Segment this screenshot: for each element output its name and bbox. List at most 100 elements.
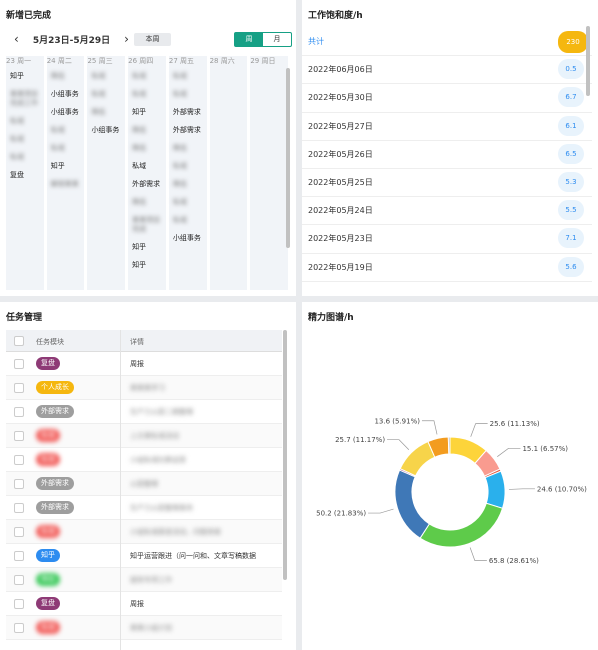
table-row[interactable]: 私域 上文某私域活动 [6, 424, 282, 448]
this-week-button[interactable]: 本周 [134, 33, 171, 46]
work-day-row[interactable]: 2022年05月24日 5.5 [302, 197, 592, 226]
calendar-task-item[interactable]: 外部需求 [173, 126, 205, 135]
day-header: 24 周二 [46, 57, 72, 65]
chevron-right-icon[interactable]: › [124, 32, 129, 46]
work-day-row[interactable]: 2022年05月25日 5.3 [302, 169, 592, 198]
calendar-task-item[interactable]: 某某项目完成 [132, 216, 164, 234]
work-day-row[interactable]: 2022年05月19日 5.6 [302, 254, 592, 282]
table-row[interactable]: 知乎 知乎运营跟进（问一问和、文章写稿数据 [6, 544, 282, 568]
calendar-task-item[interactable]: 私域 [10, 117, 42, 126]
day-column: 28 周六 [209, 56, 248, 290]
row-checkbox[interactable] [14, 479, 24, 489]
row-checkbox[interactable] [14, 407, 24, 417]
calendar-task-item[interactable]: 降低 [91, 108, 123, 117]
table-row[interactable]: 外部需求 火箭整理 [6, 472, 282, 496]
calendar-task-item[interactable]: 私域 [173, 216, 205, 225]
row-checkbox[interactable] [14, 359, 24, 369]
week-range: 5月23日-5月29日 [32, 35, 111, 46]
row-checkbox[interactable] [14, 383, 24, 393]
work-day-row[interactable]: 2022年05月23日 7.1 [302, 225, 592, 254]
week-view-button[interactable]: 周 [235, 33, 263, 46]
donut-slice[interactable] [447, 436, 451, 455]
work-total-row[interactable]: 共计 230 [302, 28, 592, 57]
day-header: 28 周六 [209, 57, 235, 65]
row-checkbox[interactable] [14, 503, 24, 513]
work-day-row[interactable]: 2022年05月26日 6.5 [302, 141, 592, 169]
calendar-task-item[interactable]: 降低 [132, 126, 164, 135]
module-column-header: 任务模块 [36, 338, 64, 346]
work-list: 共计 230 2022年06月06日 0.5 2022年05月30日 6.7 2022年… [302, 28, 592, 282]
chevron-left-icon[interactable]: ‹ [14, 32, 19, 46]
row-checkbox[interactable] [14, 575, 24, 585]
row-checkbox[interactable] [14, 599, 24, 609]
donut-slice[interactable] [394, 469, 431, 539]
row-checkbox[interactable] [14, 623, 24, 633]
calendar-task-item[interactable]: 知乎 [10, 72, 42, 81]
calendar-scrollbar[interactable] [286, 68, 290, 248]
table-row[interactable]: 降低 提效专项工作 [6, 568, 282, 592]
work-date: 2022年05月19日 [308, 262, 373, 272]
calendar-days: 23 周一 知乎 某某项目完成工作 私域 私域 私域 复盘 24 周二 降低 小组事务 小组事务 私域… [6, 56, 289, 290]
calendar-task-item[interactable]: 私域 [173, 198, 205, 207]
calendar-task-item[interactable]: 私域 [51, 144, 83, 153]
task-table-header: 任务模块 详情 [6, 330, 282, 352]
calendar-task-item[interactable]: 某某项目完成工作 [10, 90, 42, 108]
work-day-row[interactable]: 2022年05月30日 6.7 [302, 84, 592, 113]
table-row[interactable]: 私域 某某小组计划 [6, 616, 282, 640]
slice-label: 50.2 (21.83%) [316, 510, 366, 518]
calendar-task-item[interactable]: 私域 [132, 72, 164, 81]
task-scrollbar[interactable] [283, 330, 287, 580]
calendar-task-item[interactable]: 小组事务 [51, 90, 83, 99]
calendar-task-item[interactable]: 解锁某某 [51, 180, 83, 189]
table-row[interactable]: 外部需求 生产力火箭二期整理 [6, 400, 282, 424]
table-row[interactable]: 复盘 周报 [6, 592, 282, 616]
work-day-row[interactable]: 2022年06月06日 0.5 [302, 56, 592, 85]
calendar-task-item[interactable]: 私域 [173, 162, 205, 171]
row-checkbox[interactable] [14, 431, 24, 441]
table-row[interactable]: 个人成长 某某某学习 [6, 376, 282, 400]
calendar-task-item[interactable]: 私域 [173, 90, 205, 99]
calendar-task-item[interactable]: 降低 [173, 180, 205, 189]
calendar-task-item[interactable]: 私域 [10, 135, 42, 144]
calendar-task-item[interactable]: 知乎 [132, 261, 164, 270]
calendar-task-item[interactable]: 降低 [173, 144, 205, 153]
calendar-task-item[interactable]: 私域 [51, 126, 83, 135]
donut-slice[interactable] [419, 502, 504, 548]
work-date: 2022年06月06日 [308, 65, 373, 75]
calendar-task-item[interactable]: 小组事务 [91, 126, 123, 135]
calendar-task-item[interactable]: 外部需求 [132, 180, 164, 189]
select-all-checkbox[interactable] [14, 336, 24, 346]
row-checkbox[interactable] [14, 527, 24, 537]
calendar-task-item[interactable]: 小组事务 [51, 108, 83, 117]
donut-slice[interactable] [399, 440, 436, 477]
tasks-title: 任务管理 [6, 313, 43, 323]
calendar-task-item[interactable]: 复盘 [10, 171, 42, 180]
calendar-task-item[interactable]: 小组事务 [173, 234, 205, 243]
slice-leader-line [469, 547, 487, 561]
calendar-task-item[interactable]: 降低 [132, 144, 164, 153]
calendar-task-item[interactable]: 知乎 [132, 243, 164, 252]
table-row[interactable]: 复盘 周报 [6, 352, 282, 376]
work-day-row[interactable]: 2022年05月27日 6.1 [302, 113, 592, 141]
slice-leader-line [470, 423, 488, 437]
calendar-task-item[interactable]: 外部需求 [173, 108, 205, 117]
calendar-task-item[interactable]: 私域 [91, 90, 123, 99]
calendar-task-item[interactable]: 私域 [91, 72, 123, 81]
calendar-task-item[interactable]: 知乎 [51, 162, 83, 171]
calendar-task-item[interactable]: 私域 [132, 162, 164, 171]
energy-donut-chart: 25.6 (11.13%) 15.1 (6.57%) 24.6 (10.70%) 65… [316, 417, 587, 565]
work-scrollbar[interactable] [586, 26, 590, 96]
row-checkbox[interactable] [14, 455, 24, 465]
calendar-task-item[interactable]: 私域 [173, 72, 205, 81]
calendar-task-item[interactable]: 私域 [132, 90, 164, 99]
calendar-task-item[interactable]: 降低 [132, 198, 164, 207]
row-checkbox[interactable] [14, 551, 24, 561]
month-view-button[interactable]: 月 [263, 33, 291, 46]
table-row[interactable]: 私域 小组私域渠道活动，问题排查 [6, 520, 282, 544]
donut-slice[interactable] [484, 470, 506, 509]
calendar-task-item[interactable]: 降低 [51, 72, 83, 81]
calendar-task-item[interactable]: 私域 [10, 153, 42, 162]
calendar-task-item[interactable]: 知乎 [132, 108, 164, 117]
table-row[interactable]: 私域 小组私域社群运营 [6, 448, 282, 472]
table-row[interactable]: 外部需求 生产力火箭整理事务 [6, 496, 282, 520]
